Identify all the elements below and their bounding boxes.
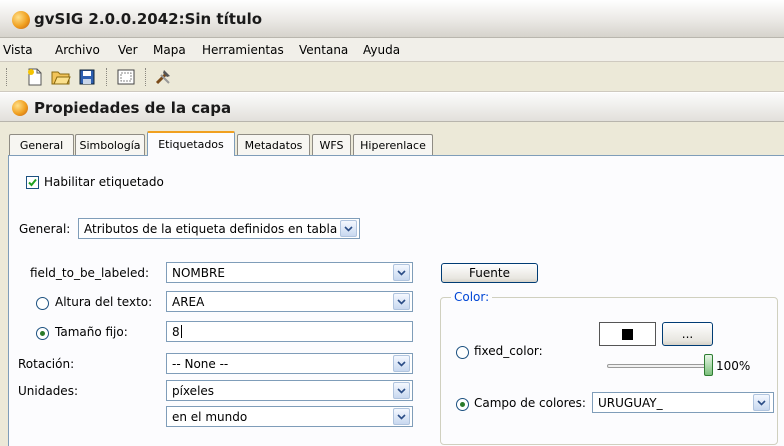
color-field-dropdown-icon[interactable] bbox=[753, 394, 770, 411]
general-combo-value: Atributos de la etiqueta definidos en ta… bbox=[84, 221, 338, 236]
units-combo[interactable]: píxeles bbox=[166, 380, 413, 401]
color-swatch[interactable] bbox=[599, 322, 656, 346]
window-title: gvSIG 2.0.0.2042:Sin título bbox=[34, 10, 263, 28]
map-frame-icon[interactable] bbox=[115, 66, 137, 88]
units-dropdown-icon[interactable] bbox=[393, 382, 410, 399]
field-combo-value: NOMBRE bbox=[172, 265, 225, 280]
save-disk-icon[interactable] bbox=[76, 66, 98, 88]
open-folder-icon[interactable] bbox=[50, 66, 72, 88]
panel-title: Propiedades de la capa bbox=[34, 99, 232, 117]
fixed-size-label: Tamaño fijo: bbox=[55, 325, 128, 339]
toolbar-separator-2 bbox=[145, 68, 148, 86]
fixed-color-label: fixed_color: bbox=[474, 344, 543, 358]
field-label: field_to_be_labeled: bbox=[30, 266, 150, 280]
layer-properties-icon bbox=[12, 100, 28, 116]
units-reference-combo[interactable]: en el mundo bbox=[166, 406, 413, 427]
enable-labeling-checkbox[interactable] bbox=[26, 176, 39, 189]
tab-etiquetados[interactable]: Etiquetados bbox=[147, 131, 235, 156]
color-field-radio[interactable] bbox=[456, 398, 469, 411]
units-label: Unidades: bbox=[18, 384, 78, 398]
units-reference-value: en el mundo bbox=[172, 409, 248, 424]
text-height-radio[interactable] bbox=[36, 297, 49, 310]
menu-vista[interactable]: Vista bbox=[3, 43, 33, 57]
general-label: General: bbox=[19, 222, 71, 236]
general-combo[interactable]: Atributos de la etiqueta definidos en ta… bbox=[78, 218, 360, 239]
field-combo[interactable]: NOMBRE bbox=[166, 262, 413, 283]
transparency-slider-track[interactable] bbox=[607, 364, 707, 368]
fixed-size-value: 8 bbox=[172, 324, 180, 339]
fixed-size-input[interactable]: 8 bbox=[166, 321, 413, 342]
tab-simbologia[interactable]: Simbología bbox=[75, 134, 145, 155]
color-field-combo[interactable]: URUGUAY_ bbox=[592, 392, 774, 413]
text-height-combo[interactable]: AREA bbox=[166, 291, 413, 312]
text-height-dropdown-icon[interactable] bbox=[393, 293, 410, 310]
menu-ver[interactable]: Ver bbox=[118, 43, 138, 57]
font-button[interactable]: Fuente bbox=[441, 263, 538, 283]
color-group-title: Color: bbox=[451, 290, 493, 304]
toolbar-grip[interactable] bbox=[6, 68, 9, 86]
toolbar-separator bbox=[106, 68, 109, 86]
tab-hiperenlace[interactable]: Hiperenlace bbox=[353, 134, 433, 155]
rotation-combo[interactable]: -- None -- bbox=[166, 353, 413, 374]
tools-icon[interactable] bbox=[153, 66, 175, 88]
color-field-label: Campo de colores: bbox=[474, 396, 586, 410]
new-document-icon[interactable] bbox=[24, 66, 46, 88]
rotation-label: Rotación: bbox=[18, 357, 75, 371]
fixed-size-radio[interactable] bbox=[36, 327, 49, 340]
tab-general[interactable]: General bbox=[9, 134, 74, 155]
text-height-value: AREA bbox=[172, 294, 205, 309]
general-combo-dropdown-icon[interactable] bbox=[340, 220, 357, 237]
fixed-color-radio[interactable] bbox=[456, 346, 469, 359]
units-value: píxeles bbox=[172, 383, 215, 398]
menu-ventana[interactable]: Ventana bbox=[299, 43, 348, 57]
menu-mapa[interactable]: Mapa bbox=[153, 43, 186, 57]
rotation-value: -- None -- bbox=[172, 356, 229, 371]
enable-labeling-label: Habilitar etiquetado bbox=[44, 175, 164, 189]
text-height-label: Altura del texto: bbox=[55, 295, 153, 309]
units-reference-dropdown-icon[interactable] bbox=[393, 408, 410, 425]
gvsig-app-icon bbox=[12, 11, 30, 29]
tab-metadatos[interactable]: Metadatos bbox=[237, 134, 310, 155]
tab-wfs[interactable]: WFS bbox=[312, 134, 351, 155]
color-swatch-fill bbox=[622, 328, 633, 340]
choose-color-button[interactable]: ... bbox=[662, 322, 713, 346]
field-combo-dropdown-icon[interactable] bbox=[393, 264, 410, 281]
transparency-value: 100% bbox=[716, 359, 751, 373]
menu-ayuda[interactable]: Ayuda bbox=[363, 43, 400, 57]
menu-herramientas[interactable]: Herramientas bbox=[202, 43, 284, 57]
transparency-slider-thumb[interactable] bbox=[704, 354, 713, 376]
menu-archivo[interactable]: Archivo bbox=[55, 43, 100, 57]
color-field-value: URUGUAY_ bbox=[598, 395, 663, 410]
rotation-dropdown-icon[interactable] bbox=[393, 355, 410, 372]
